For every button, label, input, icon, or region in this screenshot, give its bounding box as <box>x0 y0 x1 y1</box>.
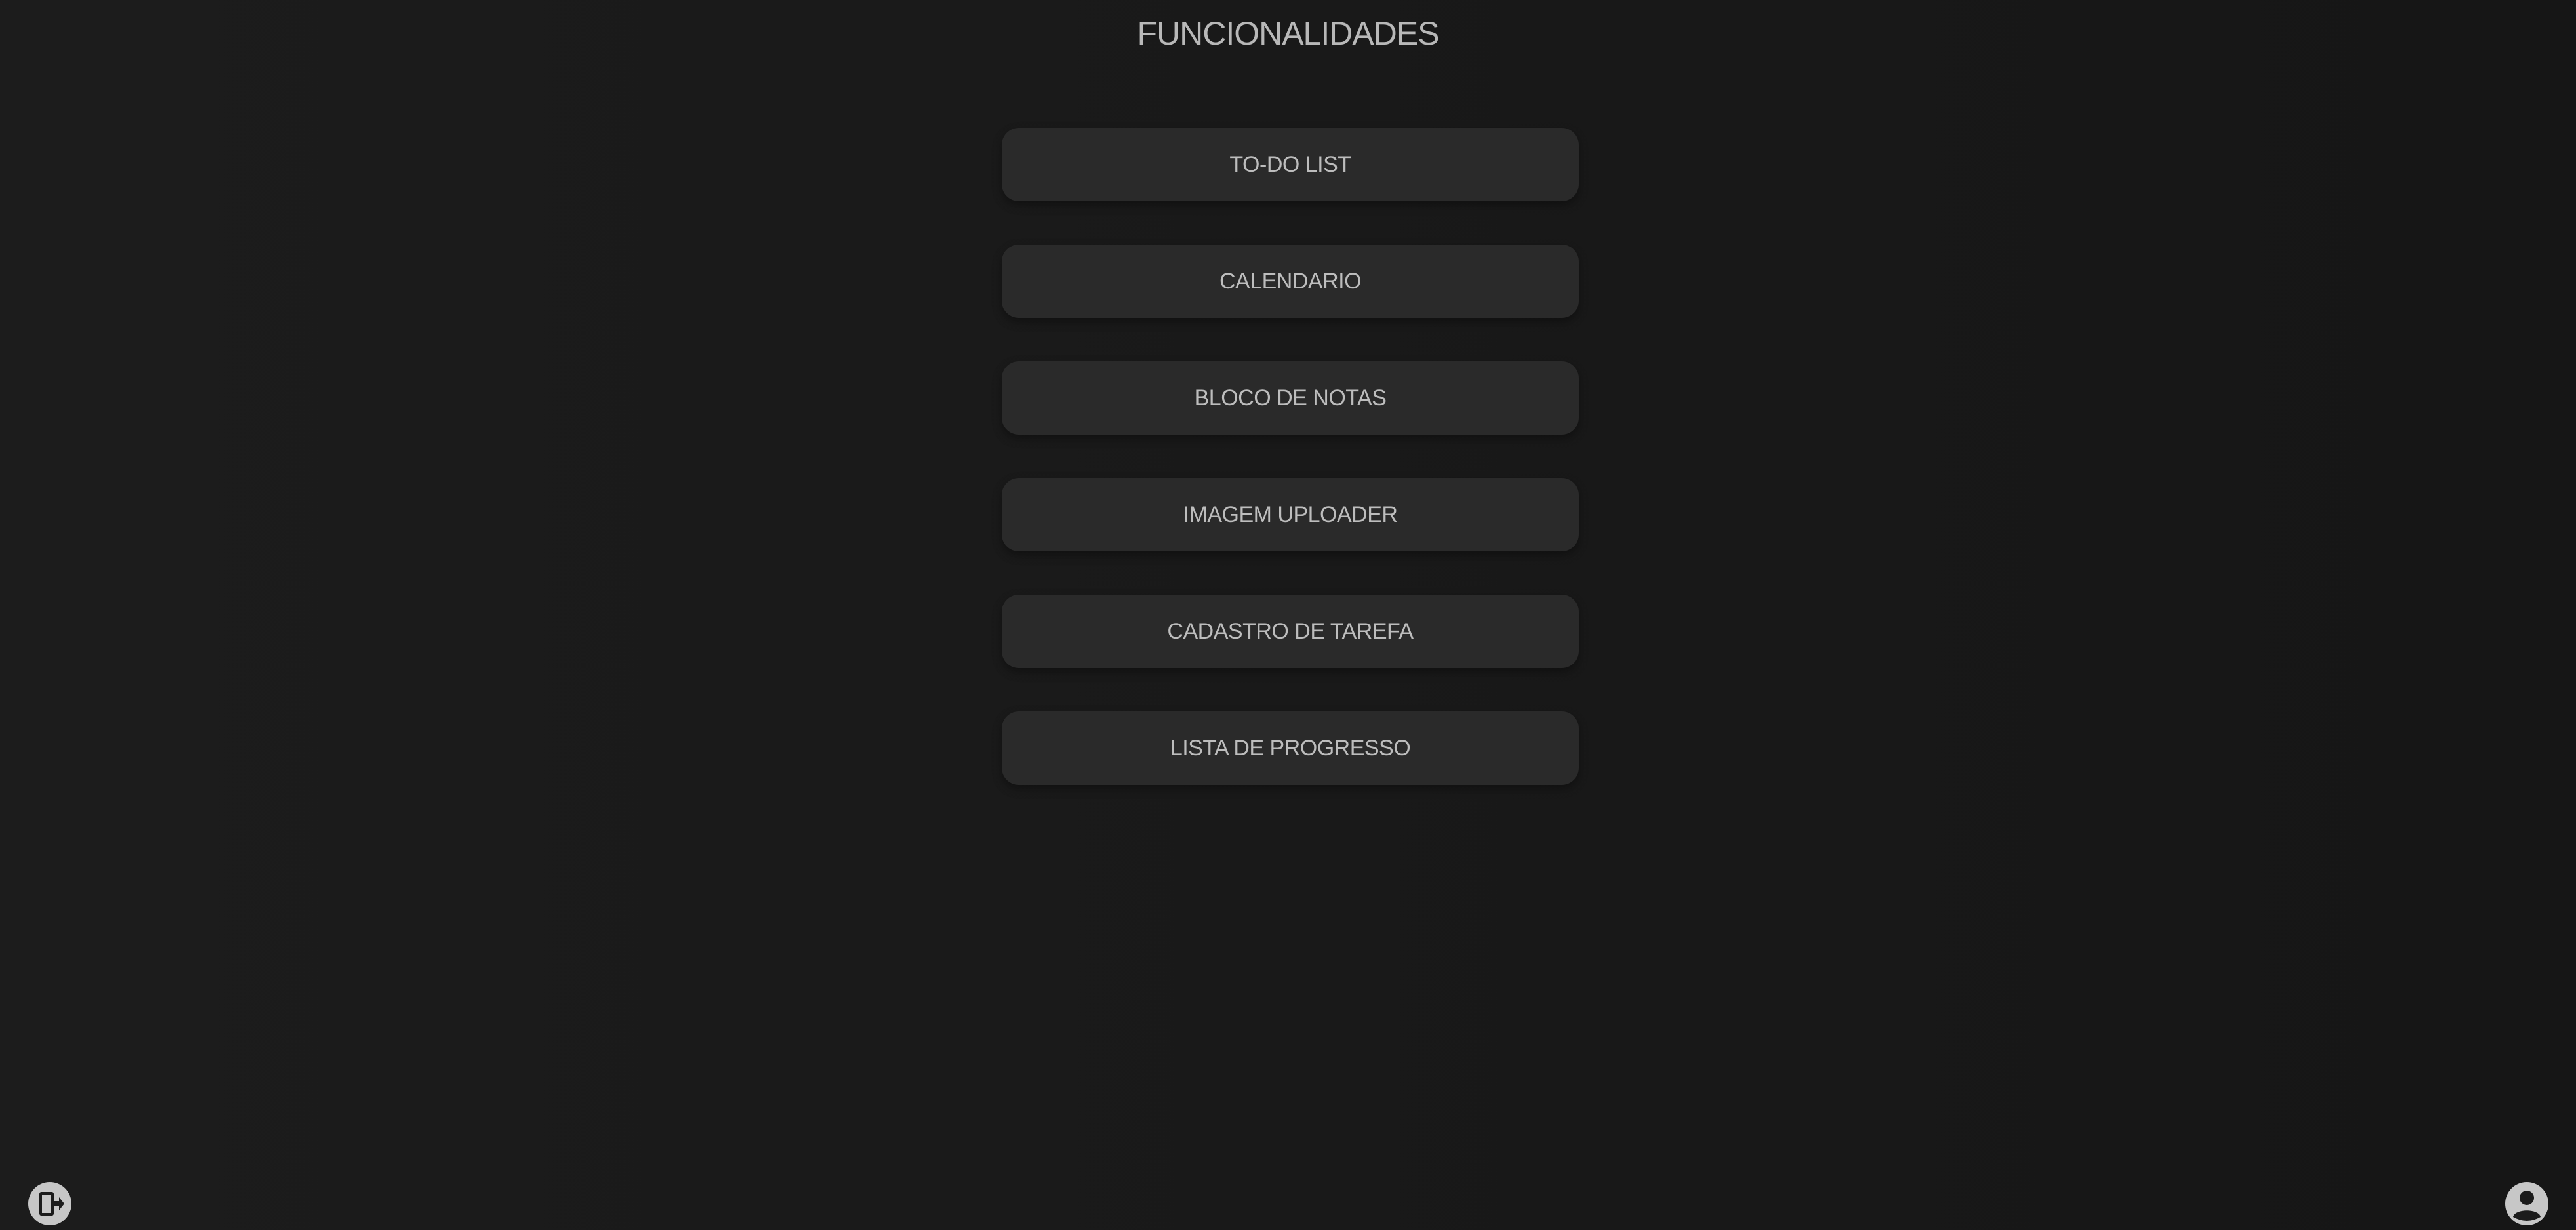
image-uploader-button[interactable]: IMAGEM UPLOADER <box>1002 478 1579 551</box>
todo-list-button[interactable]: TO-DO LIST <box>1002 128 1579 201</box>
notepad-label: BLOCO DE NOTAS <box>1194 385 1387 410</box>
image-uploader-label: IMAGEM UPLOADER <box>1183 502 1398 527</box>
notepad-button[interactable]: BLOCO DE NOTAS <box>1002 361 1579 435</box>
calendar-button[interactable]: CALENDARIO <box>1002 245 1579 318</box>
calendar-label: CALENDARIO <box>1219 268 1362 294</box>
page-title: FUNCIONALIDADES <box>1137 15 1439 52</box>
logout-icon[interactable] <box>26 1180 73 1227</box>
todo-list-label: TO-DO LIST <box>1229 151 1351 177</box>
task-registration-label: CADASTRO DE TAREFA <box>1167 618 1414 644</box>
task-registration-button[interactable]: CADASTRO DE TAREFA <box>1002 595 1579 668</box>
user-profile-icon[interactable] <box>2503 1180 2550 1227</box>
features-menu: TO-DO LIST CALENDARIO BLOCO DE NOTAS IMA… <box>1002 128 1579 785</box>
app-background: FUNCIONALIDADES TO-DO LIST CALENDARIO BL… <box>0 0 2576 1230</box>
progress-list-label: LISTA DE PROGRESSO <box>1170 735 1411 761</box>
progress-list-button[interactable]: LISTA DE PROGRESSO <box>1002 711 1579 785</box>
